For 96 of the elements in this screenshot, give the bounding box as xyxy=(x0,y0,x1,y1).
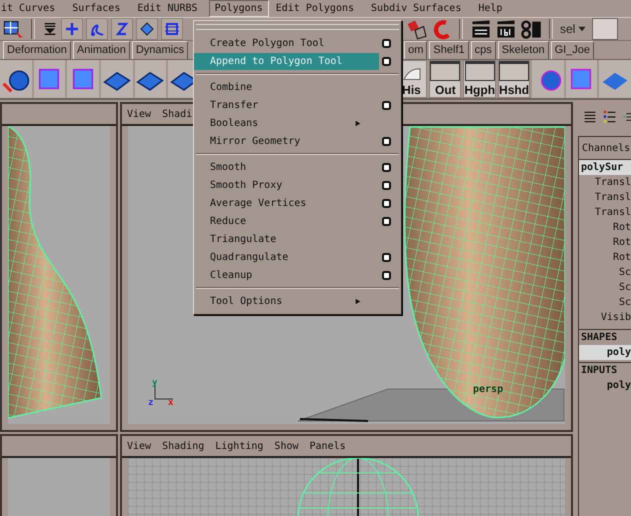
menu-item[interactable]: Tool Options xyxy=(194,292,355,310)
menu-item[interactable]: Reduce xyxy=(194,212,379,230)
shelf-tab[interactable]: Shelf1 xyxy=(429,41,469,59)
viewport-menu-item[interactable]: Shadi xyxy=(162,108,192,120)
shelf-tab[interactable]: Dynamics xyxy=(132,41,188,59)
snap-view-button[interactable] xyxy=(136,18,158,40)
menu-bar-item[interactable]: Edit NURBS xyxy=(131,0,204,17)
menu-bar-item[interactable]: Help xyxy=(472,0,508,17)
select-grid-icon xyxy=(2,18,24,40)
shelf-button-label: Hgph xyxy=(464,83,496,97)
channel-list-icon xyxy=(583,110,597,124)
menu-item[interactable]: Smooth xyxy=(194,158,379,176)
window-icon xyxy=(430,61,460,81)
menu-bar-item[interactable]: Polygons xyxy=(208,0,269,17)
channel-name[interactable]: Transl xyxy=(579,190,631,205)
object-name[interactable]: polySur xyxy=(579,160,631,175)
menu-item[interactable]: Append to Polygon Tool xyxy=(194,52,379,70)
channel-name[interactable]: Rot xyxy=(579,220,631,235)
menu-item[interactable]: Mirror Geometry xyxy=(194,132,379,150)
viewport-menu-item[interactable]: Shading xyxy=(162,440,204,452)
menu-bar-item[interactable]: it Curves xyxy=(0,0,62,17)
channel-name[interactable]: Sc xyxy=(579,280,631,295)
menu-item[interactable]: Create Polygon Tool xyxy=(194,34,379,52)
menu-bar-item[interactable]: Edit Polygons xyxy=(270,0,360,17)
shelf-button-label: Out xyxy=(435,83,456,97)
shelf-button[interactable]: Hgph xyxy=(463,60,496,98)
option-box-icon xyxy=(382,198,391,208)
option-box-icon xyxy=(382,136,391,146)
shelf-tab[interactable]: cps xyxy=(470,41,496,59)
menu-item[interactable]: Average Vertices xyxy=(194,194,379,212)
viewport-menu-item[interactable]: Lighting xyxy=(215,440,264,452)
submenu-arrow-icon xyxy=(355,118,361,128)
snap-curve-button[interactable] xyxy=(86,18,108,40)
shelf-tab[interactable]: Animation xyxy=(72,41,130,59)
selection-mode-label[interactable]: sel xyxy=(560,22,576,36)
input-field[interactable] xyxy=(592,18,618,40)
camera-label: persp xyxy=(473,384,504,395)
submenu-arrow-icon xyxy=(355,296,361,306)
shelf-tool-button[interactable] xyxy=(100,60,133,98)
menu-item[interactable]: Booleans xyxy=(194,114,355,132)
menu-item[interactable]: Smooth Proxy xyxy=(194,176,379,194)
option-box-icon xyxy=(382,180,391,190)
shelf-tab[interactable]: Deformation xyxy=(3,41,71,59)
input-node[interactable]: poly xyxy=(579,378,631,393)
snap-point-button[interactable] xyxy=(111,18,133,40)
viewport-menu-item[interactable]: View xyxy=(127,440,152,452)
frame-icon xyxy=(163,20,181,38)
menu-item[interactable]: Transfer xyxy=(194,96,379,114)
option-box-icon xyxy=(382,162,391,172)
shelf-tab[interactable]: Skeleton xyxy=(498,41,549,59)
channel-name[interactable]: Visib xyxy=(579,310,631,325)
caret-icon xyxy=(578,25,586,33)
menu-bar-item[interactable]: Surfaces xyxy=(66,0,126,17)
menu-item[interactable]: Triangulate xyxy=(194,230,379,248)
snap-grid-button[interactable] xyxy=(61,18,83,40)
shelf-button[interactable]: Out xyxy=(429,60,462,98)
shelf-button-label: His xyxy=(402,83,421,97)
channel-name[interactable]: Sc xyxy=(579,265,631,280)
shelf-tab[interactable]: GI_Joe xyxy=(550,41,594,59)
option-box-icon xyxy=(382,100,391,110)
shelf-tab[interactable]: om xyxy=(404,41,428,59)
menu-item[interactable]: Cleanup xyxy=(194,266,379,284)
viewport-menu-item[interactable]: Panels xyxy=(310,440,346,452)
option-box-icon xyxy=(382,216,391,226)
shelf-tool-button[interactable] xyxy=(0,60,32,98)
layer-list-icon xyxy=(603,110,617,124)
axis-label: y xyxy=(152,378,158,388)
axis-label: x xyxy=(168,398,174,408)
window-icon xyxy=(464,61,495,81)
option-box-icon xyxy=(382,252,391,262)
viewport-menu-item[interactable]: Show xyxy=(274,440,299,452)
window-icon xyxy=(499,61,530,81)
shelf-tool-button[interactable] xyxy=(134,60,166,98)
shelf-button[interactable]: Hshd xyxy=(498,60,530,98)
option-box-icon xyxy=(382,270,391,280)
menu-bar-item[interactable]: Subdiv Surfaces xyxy=(365,0,468,17)
axis-label: z xyxy=(148,398,154,408)
channel-name[interactable]: Sc xyxy=(579,295,631,310)
cube-icon xyxy=(138,20,156,38)
shelf-button-label: Hshd xyxy=(499,83,530,97)
channel-name[interactable]: Rot xyxy=(579,250,631,265)
snap-surface-button[interactable] xyxy=(161,18,183,40)
section-header: INPUTS xyxy=(580,364,618,378)
clapboard-icon xyxy=(470,18,492,40)
channel-name[interactable]: Transl xyxy=(579,175,631,190)
menu-item[interactable]: Combine xyxy=(194,78,379,96)
channel-name[interactable]: Transl xyxy=(579,205,631,220)
viewport-menu-item[interactable]: View xyxy=(127,108,152,120)
section-header: SHAPES xyxy=(580,331,618,345)
channel-name[interactable]: Rot xyxy=(579,235,631,250)
option-box-icon xyxy=(382,38,391,48)
option-box-icon xyxy=(382,56,391,66)
plus-icon xyxy=(63,20,81,38)
shape-node[interactable]: poly xyxy=(579,345,631,360)
menu-item[interactable]: Quadrangulate xyxy=(194,248,379,266)
ipr-render-icon xyxy=(495,18,517,40)
